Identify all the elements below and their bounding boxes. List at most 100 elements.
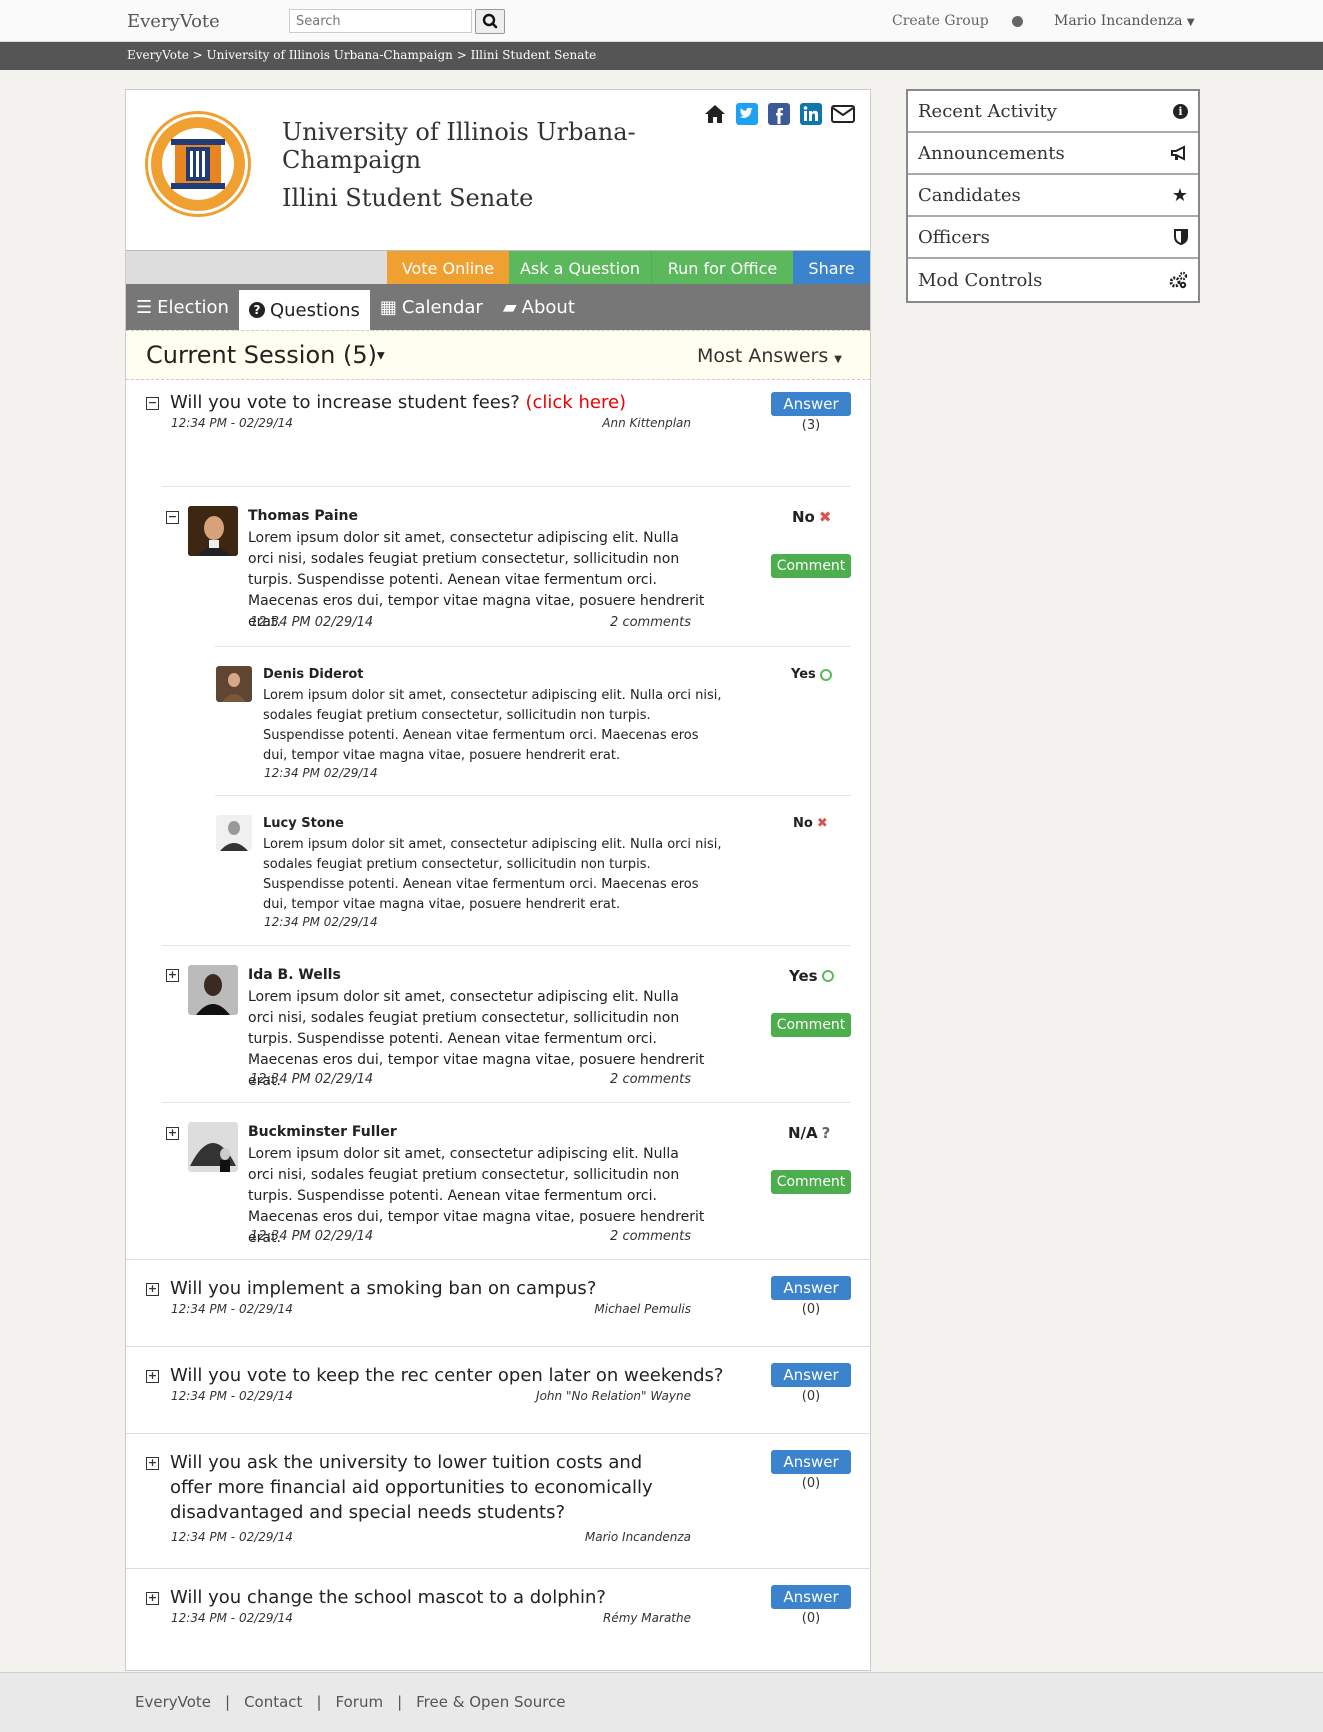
- vote-online-button[interactable]: Vote Online: [387, 251, 509, 285]
- comment-button[interactable]: Comment: [771, 554, 851, 578]
- divider: [126, 1433, 870, 1434]
- session-title[interactable]: Current Session (5)▼: [146, 341, 385, 369]
- vote-indicator: N/A?: [788, 1124, 830, 1142]
- question-circle-icon: ?: [248, 302, 265, 318]
- avatar: [188, 1122, 238, 1172]
- answer-button[interactable]: Answer: [771, 1450, 851, 1474]
- divider: [126, 1346, 870, 1347]
- question-link[interactable]: (click here): [526, 392, 627, 413]
- sidebar-item-recent-activity[interactable]: Recent Activity i: [908, 91, 1198, 133]
- question-text[interactable]: Will you vote to keep the rec center ope…: [170, 1363, 723, 1388]
- comments-link[interactable]: 2 comments: [531, 1072, 691, 1087]
- answer-button[interactable]: Answer: [771, 1363, 851, 1387]
- response-date: 12:34 PM 02/29/14: [250, 615, 374, 630]
- ask-question-button[interactable]: Ask a Question: [509, 251, 651, 285]
- answer-button[interactable]: Answer: [771, 392, 851, 416]
- caret-down-icon: ▼: [1186, 17, 1195, 28]
- comment-button[interactable]: Comment: [771, 1013, 851, 1037]
- sort-dropdown[interactable]: Most Answers ▼: [697, 345, 842, 367]
- collapse-icon[interactable]: −: [146, 397, 159, 410]
- footer-link-open-source[interactable]: Free & Open Source: [416, 1693, 565, 1711]
- linkedin-icon[interactable]: [799, 102, 823, 126]
- home-icon[interactable]: [703, 102, 727, 126]
- question-text[interactable]: Will you change the school mascot to a d…: [170, 1585, 606, 1610]
- question-date: 12:34 PM - 02/29/14: [171, 1302, 293, 1316]
- responder-name[interactable]: Denis Diderot: [263, 667, 364, 682]
- answer-count: (0): [801, 1389, 821, 1404]
- avatar: [188, 506, 238, 556]
- search-button[interactable]: [475, 9, 505, 34]
- footer-link-everyvote[interactable]: EveryVote: [135, 1693, 211, 1711]
- search-icon: [482, 13, 498, 29]
- search-input[interactable]: [289, 9, 472, 33]
- divider: [162, 945, 851, 946]
- vote-label: Yes: [789, 967, 818, 985]
- sidebar-item-label: Announcements: [918, 142, 1065, 164]
- question-text[interactable]: Will you vote to increase student fees? …: [170, 390, 626, 415]
- footer-links: EveryVote | Contact | Forum | Free & Ope…: [135, 1693, 566, 1711]
- brand-logo[interactable]: EveryVote: [127, 11, 220, 32]
- session-header: Current Session (5)▼ Most Answers ▼: [126, 330, 870, 380]
- question-date: 12:34 PM - 02/29/14: [171, 1389, 293, 1403]
- question-title: Will you vote to increase student fees?: [170, 392, 520, 413]
- comments-link[interactable]: 2 comments: [531, 1229, 691, 1244]
- response-body: Lorem ipsum dolor sit amet, consectetur …: [263, 837, 722, 912]
- question-author[interactable]: Michael Pemulis: [531, 1302, 691, 1316]
- comments-link[interactable]: 2 comments: [531, 615, 691, 630]
- responder-name[interactable]: Thomas Paine: [248, 508, 358, 524]
- question-author[interactable]: John "No Relation" Wayne: [531, 1389, 691, 1403]
- expand-icon[interactable]: +: [146, 1457, 159, 1470]
- tab-questions[interactable]: ? Questions: [238, 290, 370, 330]
- sort-label: Most Answers: [696, 345, 829, 367]
- question-author[interactable]: Ann Kittenplan: [531, 416, 691, 430]
- mail-icon[interactable]: [831, 102, 855, 126]
- responder-name[interactable]: Ida B. Wells: [248, 967, 341, 983]
- sidebar-item-announcements[interactable]: Announcements: [908, 133, 1198, 175]
- expand-icon[interactable]: +: [146, 1283, 159, 1296]
- facebook-icon[interactable]: [767, 102, 791, 126]
- footer-separator: |: [397, 1693, 403, 1711]
- org-subtitle: Illini Student Senate: [282, 184, 534, 212]
- question-text[interactable]: Will you implement a smoking ban on camp…: [170, 1276, 596, 1301]
- question-author[interactable]: Mario Incandenza: [531, 1530, 691, 1544]
- sidebar-item-candidates[interactable]: Candidates ★: [908, 175, 1198, 217]
- run-for-office-button[interactable]: Run for Office: [651, 251, 793, 285]
- responder-name[interactable]: Lucy Stone: [263, 816, 344, 831]
- tab-about[interactable]: ▰ About: [493, 284, 585, 330]
- question-icon: ?: [821, 1124, 831, 1142]
- star-icon: ★: [1171, 184, 1188, 206]
- expand-icon[interactable]: +: [166, 969, 179, 982]
- twitter-icon[interactable]: [735, 102, 759, 126]
- footer-link-forum[interactable]: Forum: [336, 1693, 384, 1711]
- responder-name[interactable]: Buckminster Fuller: [248, 1124, 397, 1140]
- comment-button[interactable]: Comment: [771, 1170, 851, 1194]
- answer-button[interactable]: Answer: [771, 1585, 851, 1609]
- footer-separator: |: [316, 1693, 322, 1711]
- answer-button[interactable]: Answer: [771, 1276, 851, 1300]
- sidebar-item-label: Recent Activity: [918, 100, 1057, 122]
- divider: [126, 1568, 870, 1569]
- expand-icon[interactable]: +: [146, 1592, 159, 1605]
- create-group-link[interactable]: Create Group: [892, 13, 989, 29]
- user-menu[interactable]: Mario Incandenza ▼: [1054, 13, 1195, 29]
- vote-label: No: [792, 508, 815, 526]
- tab-calendar[interactable]: ▦ Calendar: [370, 284, 493, 330]
- tab-questions-label: Questions: [269, 299, 360, 321]
- expand-icon[interactable]: +: [166, 1127, 179, 1140]
- collapse-icon[interactable]: −: [166, 511, 179, 524]
- question-text[interactable]: Will you ask the university to lower tui…: [170, 1450, 670, 1525]
- status-dot: [1012, 16, 1023, 27]
- book-icon: ▰: [502, 296, 517, 318]
- response-date: 12:34 PM 02/29/14: [250, 1229, 374, 1244]
- expand-icon[interactable]: +: [146, 1370, 159, 1383]
- sidebar-item-mod-controls[interactable]: Mod Controls: [908, 259, 1198, 301]
- avatar-portrait: [216, 815, 252, 851]
- sidebar-item-officers[interactable]: Officers: [908, 217, 1198, 259]
- footer-link-contact[interactable]: Contact: [244, 1693, 302, 1711]
- tab-election-label: Election: [157, 296, 229, 318]
- response-date: 12:34 PM 02/29/14: [264, 915, 378, 929]
- question-author[interactable]: Rémy Marathe: [531, 1611, 691, 1625]
- shield-icon: [1174, 229, 1188, 245]
- tab-election[interactable]: ☰ Election: [126, 284, 239, 330]
- share-button[interactable]: Share: [793, 251, 870, 285]
